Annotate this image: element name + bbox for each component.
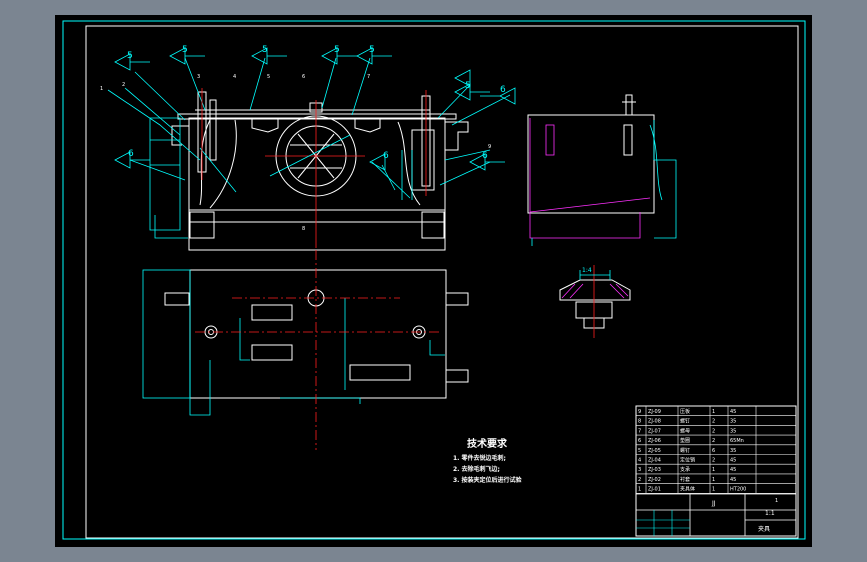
title-name: 夹具 — [758, 525, 770, 533]
part-label-9: 9 — [488, 144, 491, 150]
bom-cell-no: 3 — [638, 467, 641, 473]
tech-item-2: 2. 去除毛刺飞边; — [453, 465, 500, 473]
bom-cell-name: 压板 — [680, 408, 690, 415]
bom-cell-no: 2 — [638, 477, 641, 483]
bom-cell-code: ZJ-04 — [648, 458, 661, 464]
callout-5-b: 5 — [182, 45, 188, 55]
title-scale: 1:1 — [765, 510, 775, 517]
bom-cell-qty: 2 — [712, 428, 715, 434]
part-label-4: 4 — [233, 74, 236, 80]
callout-6-b: 6 — [128, 149, 134, 159]
bom-cell-code: ZJ-08 — [648, 419, 661, 425]
drawing-sheet — [55, 15, 812, 547]
section-scale-label: 1:4 — [582, 267, 592, 274]
bom-cell-mat: 45 — [730, 467, 736, 473]
part-label-1: 1 — [100, 86, 103, 92]
callout-5-f: 5 — [465, 81, 471, 91]
bom-cell-qty: 1 — [712, 467, 715, 473]
bom-cell-mat: 35 — [730, 448, 736, 454]
cad-viewport[interactable]: 5 5 5 5 5 5 6 6 6 6 1 2 3 4 5 6 7 8 9 1:… — [0, 0, 867, 562]
bom-cell-name: 垫圈 — [680, 437, 690, 444]
bom-cell-no: 6 — [638, 438, 641, 444]
bom-cell-mat: HT200 — [730, 487, 746, 493]
bom-cell-no: 4 — [638, 458, 641, 464]
bom-cell-mat: 45 — [730, 409, 736, 415]
bom-cell-mat: 65Mn — [730, 438, 744, 444]
bom-cell-name: 支承 — [680, 466, 690, 473]
callout-5-c: 5 — [262, 45, 268, 55]
callout-5-a: 5 — [127, 51, 133, 61]
part-label-8: 8 — [302, 226, 305, 232]
bom-cell-mat: 35 — [730, 428, 736, 434]
bom-cell-code: ZJ-06 — [648, 438, 661, 444]
bom-cell-no: 5 — [638, 448, 641, 454]
part-label-3: 3 — [197, 74, 200, 80]
callout-6-d: 6 — [383, 151, 389, 161]
part-label-2: 2 — [122, 82, 125, 88]
bom-cell-name: 螺钉 — [680, 418, 690, 425]
bom-cell-code: ZJ-03 — [648, 467, 661, 473]
bom-cell-qty: 2 — [712, 419, 715, 425]
title-drawing-no: JJ — [711, 500, 716, 507]
bom-cell-code: ZJ-01 — [648, 487, 661, 493]
bom-cell-code: ZJ-05 — [648, 448, 661, 454]
callout-6-c: 6 — [482, 151, 488, 161]
bom-cell-code: ZJ-07 — [648, 428, 661, 434]
title-sheet: 1 — [775, 498, 778, 504]
bom-cell-no: 7 — [638, 428, 641, 434]
bom-cell-no: 9 — [638, 409, 641, 415]
bom-cell-mat: 45 — [730, 458, 736, 464]
bom-cell-code: ZJ-09 — [648, 409, 661, 415]
bom-cell-no: 1 — [638, 487, 641, 493]
bom-cell-mat: 35 — [730, 419, 736, 425]
tech-item-1: 1. 零件去锐边毛刺; — [453, 454, 506, 462]
bom-cell-qty: 1 — [712, 409, 715, 415]
bom-cell-qty: 2 — [712, 458, 715, 464]
part-label-7: 7 — [367, 74, 370, 80]
part-label-5: 5 — [267, 74, 270, 80]
drawing-canvas[interactable]: 5 5 5 5 5 5 6 6 6 6 1 2 3 4 5 6 7 8 9 1:… — [0, 0, 867, 562]
tech-title: 技术要求 — [467, 437, 508, 450]
bom-cell-no: 8 — [638, 419, 641, 425]
bom-cell-code: ZJ-02 — [648, 477, 661, 483]
callout-5-d: 5 — [334, 45, 340, 55]
bom-cell-qty: 1 — [712, 487, 715, 493]
bom-cell-name: 衬套 — [680, 476, 690, 483]
bom-cell-name: 夹具体 — [680, 486, 695, 493]
callout-5-e: 5 — [369, 45, 375, 55]
part-label-6: 6 — [302, 74, 305, 80]
bom-cell-qty: 2 — [712, 438, 715, 444]
bom-cell-qty: 1 — [712, 477, 715, 483]
bom-cell-qty: 6 — [712, 448, 715, 454]
bom-cell-mat: 45 — [730, 477, 736, 483]
tech-item-3: 3. 按装夹定位后进行试验 — [453, 476, 522, 484]
bom-cell-name: 螺母 — [680, 427, 690, 434]
callout-6-a: 6 — [500, 85, 506, 95]
bom-cell-name: 螺钉 — [680, 447, 690, 454]
bom-cell-name: 定位销 — [680, 457, 695, 464]
